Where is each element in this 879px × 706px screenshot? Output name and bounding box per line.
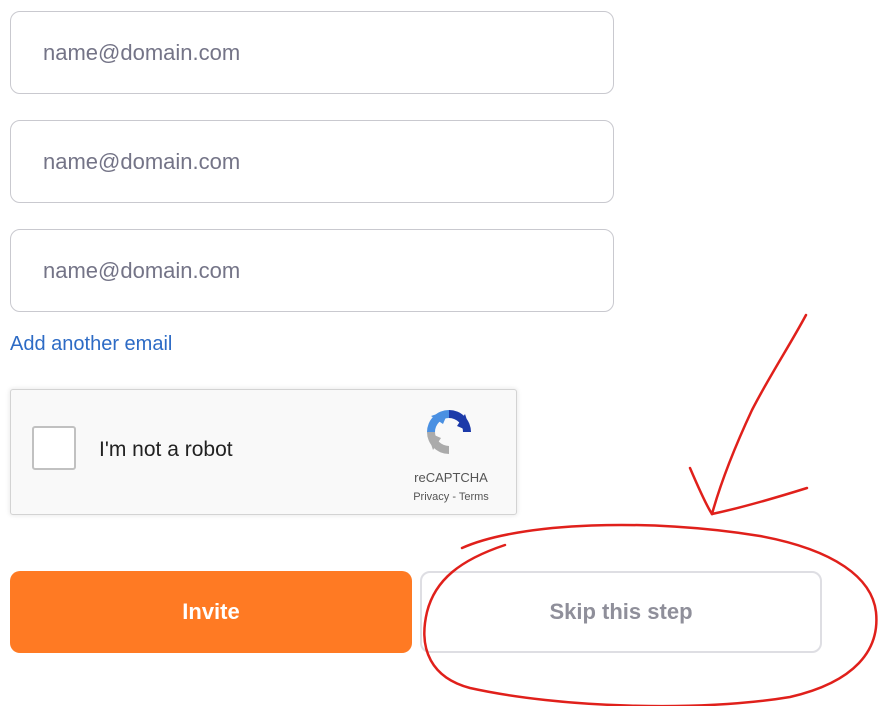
hand-drawn-arrow xyxy=(710,313,808,516)
email-field-3[interactable] xyxy=(10,229,614,312)
recaptcha-privacy-link[interactable]: Privacy xyxy=(413,491,449,503)
recaptcha-widget: I'm not a robot reCAPTCHA Privacy - Term… xyxy=(10,389,517,515)
invite-button[interactable]: Invite xyxy=(10,571,412,653)
recaptcha-logo-icon xyxy=(427,410,471,454)
recaptcha-links: Privacy - Terms xyxy=(391,491,511,503)
hand-drawn-arrowhead-left xyxy=(688,466,714,516)
recaptcha-label: I'm not a robot xyxy=(99,438,233,461)
email-field-2[interactable] xyxy=(10,120,614,203)
recaptcha-terms-link[interactable]: Terms xyxy=(459,491,489,503)
recaptcha-brand: reCAPTCHA xyxy=(414,470,488,485)
recaptcha-links-separator: - xyxy=(449,491,459,503)
recaptcha-checkbox[interactable] xyxy=(32,426,76,470)
skip-this-step-button[interactable]: Skip this step xyxy=(420,571,822,653)
email-field-1[interactable] xyxy=(10,11,614,94)
add-another-email-link[interactable]: Add another email xyxy=(10,333,172,356)
hand-drawn-arrowhead-right xyxy=(710,486,809,516)
